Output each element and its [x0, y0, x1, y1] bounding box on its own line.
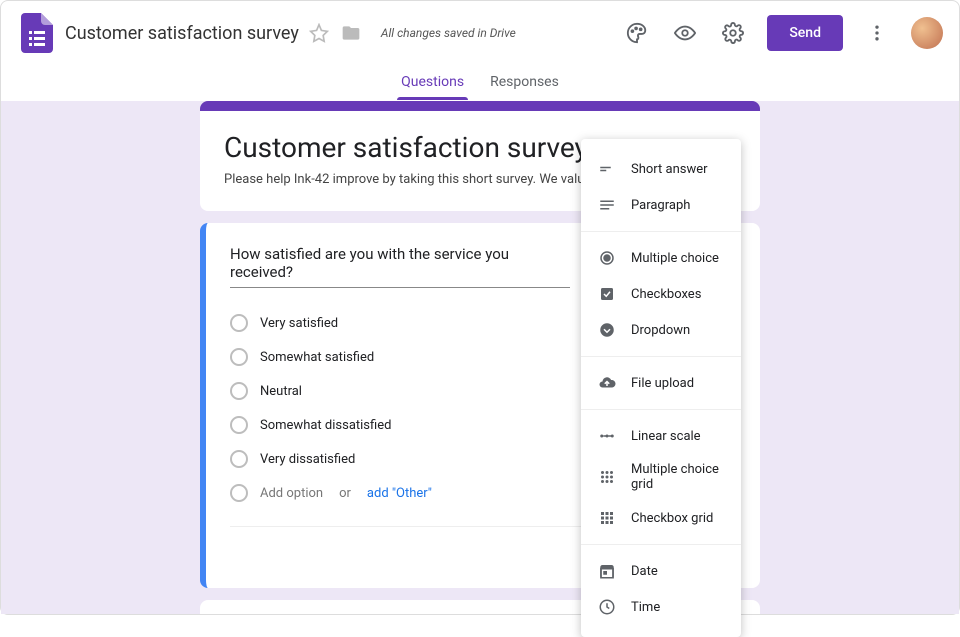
form-canvas: Customer satisfaction survey Please help… [1, 101, 959, 614]
menu-item-label: Multiple choice grid [631, 462, 725, 492]
theme-button[interactable] [617, 13, 657, 53]
menu-item-label: Checkbox grid [631, 511, 713, 526]
type-multiple-choice[interactable]: Multiple choice [581, 240, 741, 276]
dropdown-icon [597, 320, 617, 340]
short-answer-icon [597, 159, 617, 179]
type-paragraph[interactable]: Paragraph [581, 187, 741, 223]
account-avatar[interactable] [911, 17, 943, 49]
option-label[interactable]: Very dissatisfied [260, 452, 355, 467]
question-type-menu: Short answer Paragraph Multiple choice C… [581, 139, 741, 637]
add-other-button[interactable]: add "Other" [367, 486, 432, 501]
option-label[interactable]: Somewhat dissatisfied [260, 418, 391, 433]
settings-button[interactable] [713, 13, 753, 53]
type-mc-grid[interactable]: Multiple choice grid [581, 454, 741, 500]
send-button[interactable]: Send [767, 15, 843, 51]
option-label[interactable]: Somewhat satisfied [260, 350, 374, 365]
menu-item-label: File upload [631, 376, 694, 391]
menu-item-label: Paragraph [631, 198, 690, 213]
more-button[interactable] [857, 13, 897, 53]
radio-icon [597, 248, 617, 268]
type-linear-scale[interactable]: Linear scale [581, 418, 741, 454]
type-file-upload[interactable]: File upload [581, 365, 741, 401]
radio-icon [230, 348, 248, 366]
save-status: All changes saved in Drive [381, 26, 516, 40]
calendar-icon [597, 561, 617, 581]
menu-item-label: Checkboxes [631, 287, 701, 302]
paragraph-icon [597, 195, 617, 215]
radio-icon [230, 382, 248, 400]
tab-bar: Questions Responses [1, 65, 959, 101]
type-dropdown[interactable]: Dropdown [581, 312, 741, 348]
clock-icon [597, 597, 617, 617]
option-label[interactable]: Very satisfied [260, 316, 338, 331]
question-title-input[interactable]: How satisfied are you with the service y… [230, 245, 570, 288]
option-label[interactable]: Neutral [260, 384, 302, 399]
star-button[interactable] [307, 21, 331, 45]
or-text: or [339, 486, 351, 501]
menu-item-label: Time [631, 600, 660, 615]
menu-item-label: Linear scale [631, 429, 701, 444]
radio-icon [230, 484, 248, 502]
document-title[interactable]: Customer satisfaction survey [65, 23, 299, 44]
checkbox-icon [597, 284, 617, 304]
menu-item-label: Dropdown [631, 323, 690, 338]
grid-squares-icon [597, 508, 617, 528]
menu-item-label: Short answer [631, 162, 708, 177]
cloud-upload-icon [597, 373, 617, 393]
grid-dots-icon [597, 467, 617, 487]
radio-icon [230, 416, 248, 434]
preview-button[interactable] [665, 13, 705, 53]
type-time[interactable]: Time [581, 589, 741, 625]
type-date[interactable]: Date [581, 553, 741, 589]
type-short-answer[interactable]: Short answer [581, 151, 741, 187]
menu-item-label: Multiple choice [631, 251, 719, 266]
type-checkboxes[interactable]: Checkboxes [581, 276, 741, 312]
linear-scale-icon [597, 426, 617, 446]
radio-icon [230, 314, 248, 332]
add-option-button[interactable]: Add option [260, 486, 323, 501]
top-toolbar: Customer satisfaction survey All changes… [1, 1, 959, 65]
forms-logo [17, 13, 57, 53]
type-cb-grid[interactable]: Checkbox grid [581, 500, 741, 536]
menu-item-label: Date [631, 564, 658, 579]
move-folder-button[interactable] [339, 21, 363, 45]
tab-responses[interactable]: Responses [490, 74, 559, 100]
radio-icon [230, 450, 248, 468]
tab-questions[interactable]: Questions [401, 74, 464, 100]
